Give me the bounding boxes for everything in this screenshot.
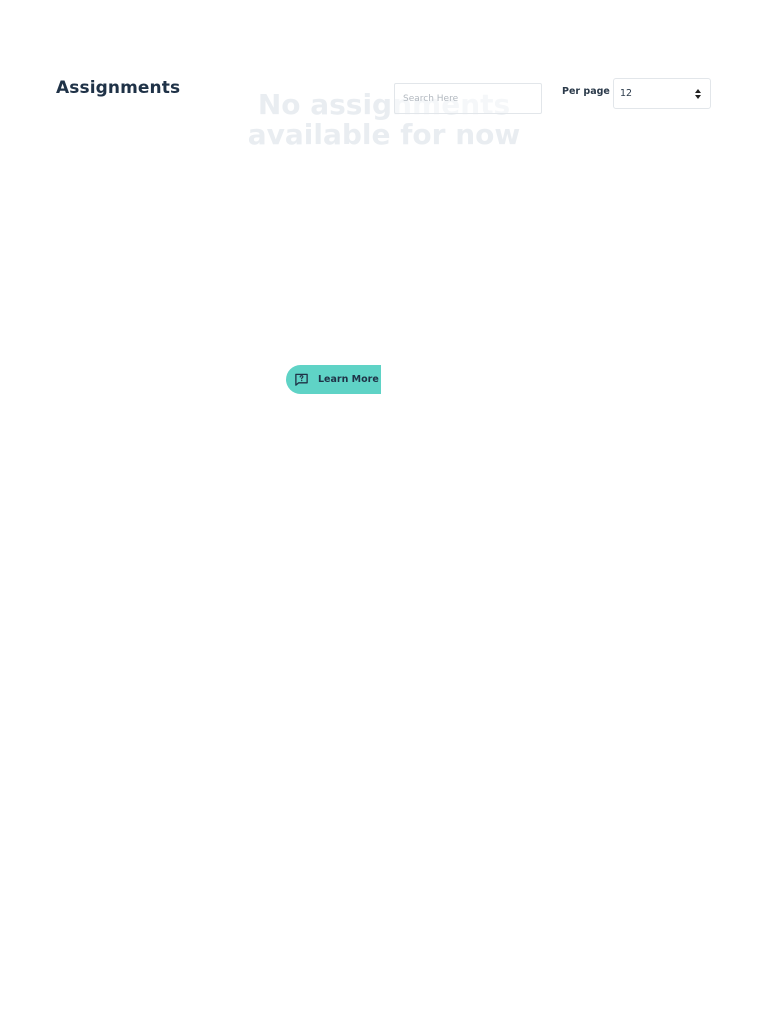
learn-more-label: Learn More [318,374,379,385]
question-chat-icon [295,373,308,386]
page-title: Assignments [56,78,181,98]
per-page-label: Per page [562,86,610,97]
empty-state-line-2: available for now [247,118,521,151]
sort-arrows-icon [695,89,701,99]
per-page-select[interactable]: 12 [613,78,711,109]
per-page-value: 12 [620,88,633,99]
learn-more-button[interactable]: Learn More [286,365,381,394]
search-input[interactable] [394,83,542,114]
